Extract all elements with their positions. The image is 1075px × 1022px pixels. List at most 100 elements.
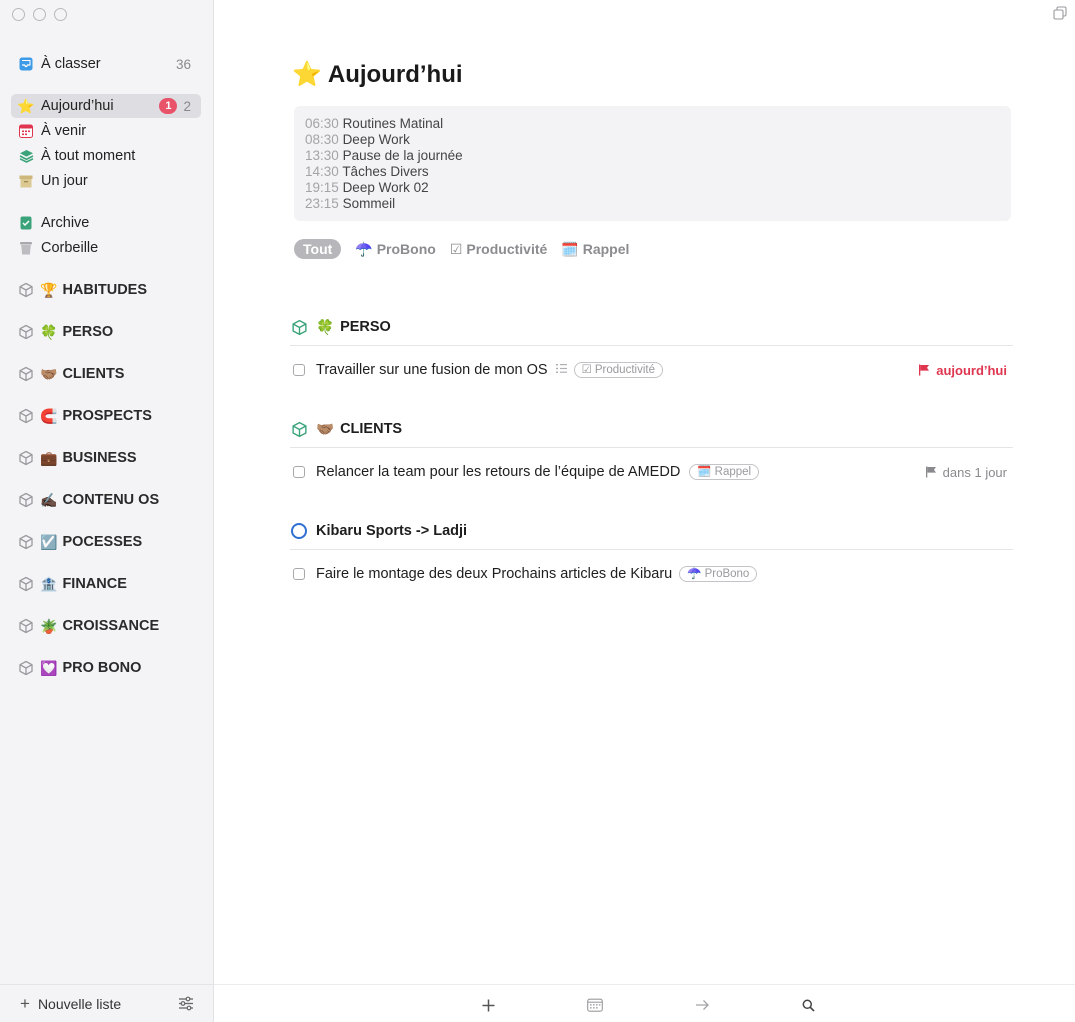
sidebar-area-pocesses[interactable]: ☑️ POCESSES: [11, 530, 201, 554]
divider: [290, 549, 1013, 550]
sidebar-item-label: Archive: [41, 215, 90, 231]
calendar-event[interactable]: 13:30 Pause de la journée: [305, 148, 1000, 164]
area-label: BUSINESS: [62, 450, 137, 466]
sidebar-item-logbook[interactable]: Archive: [11, 211, 201, 235]
task-row[interactable]: Faire le montage des deux Prochains arti…: [290, 562, 1013, 586]
area-icon: [19, 450, 33, 466]
task-title: Relancer la team pour les retours de l’é…: [316, 464, 681, 480]
area-label: HABITUDES: [62, 282, 148, 298]
area-label: PERSO: [62, 324, 114, 340]
tag-filter-rappel[interactable]: 🗓️ Rappel: [561, 241, 629, 258]
calendar-event[interactable]: 06:30 Routines Matinal: [305, 116, 1000, 132]
plus-icon: [482, 999, 494, 1011]
new-list-button[interactable]: Nouvelle liste: [38, 996, 121, 1012]
sidebar-item-label: À tout moment: [41, 148, 136, 164]
deadline: aujourd’hui: [918, 363, 1007, 378]
flag-icon: [925, 466, 936, 478]
area-emoji: ☑️: [40, 533, 58, 550]
area-label: CROISSANCE: [62, 618, 160, 634]
sidebar-item-inbox[interactable]: À classer 36: [11, 52, 201, 76]
sidebar-item-label: Aujourd’hui: [41, 98, 114, 114]
task-row[interactable]: Travailler sur une fusion de mon OS ☑ Pr…: [290, 358, 1013, 382]
when-button[interactable]: [585, 995, 605, 1015]
new-task-button[interactable]: [478, 995, 498, 1015]
plus-icon[interactable]: +: [20, 994, 30, 1014]
tag-filter-productivite[interactable]: ☑ Productivité: [450, 241, 547, 258]
duplicate-window-icon[interactable]: [1053, 6, 1067, 25]
sidebar-area-pro-bono[interactable]: 💟 PRO BONO: [11, 656, 201, 680]
flag-icon: [919, 364, 930, 376]
section-header[interactable]: Kibaru Sports -> Ladji: [290, 519, 1013, 543]
sidebar-area-finance[interactable]: 🏦 FINANCE: [11, 572, 201, 596]
calendar-event[interactable]: 23:15 Sommeil: [305, 196, 1000, 212]
sidebar-area-perso[interactable]: 🍀 PERSO: [11, 320, 201, 344]
checkbox-icon: ☑: [581, 364, 592, 376]
section-header[interactable]: 🤝🏽 CLIENTS: [290, 417, 1013, 441]
tag-filter-all[interactable]: Tout: [294, 239, 342, 259]
logbook-icon: [18, 215, 34, 231]
sidebar-item-anytime[interactable]: À tout moment: [11, 144, 201, 168]
area-emoji: 🪴: [40, 617, 58, 634]
sidebar-item-today[interactable]: ⭐ Aujourd’hui 1 2: [11, 94, 201, 118]
search-icon: [802, 999, 815, 1012]
minimize-window-button[interactable]: [33, 8, 46, 21]
calendar-event[interactable]: 19:15 Deep Work 02: [305, 180, 1000, 196]
section-emoji: 🍀: [316, 319, 335, 336]
section-title: Kibaru Sports -> Ladji: [316, 523, 468, 539]
event-name: Pause de la journée: [342, 148, 463, 163]
calendar-event[interactable]: 14:30 Tâches Divers: [305, 164, 1000, 180]
area-emoji: 🧲: [40, 407, 58, 424]
sidebar-area-prospects[interactable]: 🧲 PROSPECTS: [11, 404, 201, 428]
sliders-icon[interactable]: [178, 996, 194, 1014]
sidebar-item-someday[interactable]: Un jour: [11, 169, 201, 193]
overdue-badge: 1: [159, 98, 178, 114]
event-time: 13:30: [305, 148, 339, 163]
event-time: 23:15: [305, 196, 339, 211]
sidebar-area-croissance[interactable]: 🪴 CROISSANCE: [11, 614, 201, 638]
task-tag[interactable]: 🗓️ Rappel: [689, 464, 760, 480]
sidebar-item-label: À classer: [41, 56, 101, 72]
deadline: dans 1 jour: [925, 465, 1007, 480]
task-row[interactable]: Relancer la team pour les retours de l’é…: [290, 460, 1013, 484]
page-title-text: Aujourd’hui: [327, 60, 463, 88]
area-label: PROSPECTS: [62, 408, 152, 424]
event-name: Deep Work: [342, 132, 410, 147]
area-emoji: 💟: [40, 659, 58, 676]
sidebar-item-label: Corbeille: [41, 240, 99, 256]
sidebar-footer: + Nouvelle liste: [0, 984, 214, 1022]
calendar-event[interactable]: 08:30 Deep Work: [305, 132, 1000, 148]
move-button[interactable]: [692, 995, 712, 1015]
close-window-button[interactable]: [12, 8, 25, 21]
task-title: Travailler sur une fusion de mon OS: [316, 362, 548, 378]
event-name: Tâches Divers: [342, 164, 429, 179]
sidebar-area-contenu-os[interactable]: ✍🏿 CONTENU OS: [11, 488, 201, 512]
calendar-icon: 🗓️: [697, 466, 712, 478]
quick-find-button[interactable]: [798, 995, 818, 1015]
area-icon: [19, 534, 33, 550]
tag-filter-probono[interactable]: ☂️ ProBono: [355, 241, 436, 258]
task-title: Faire le montage des deux Prochains arti…: [316, 566, 673, 582]
sidebar-area-habitudes[interactable]: 🏆 HABITUDES: [11, 278, 201, 302]
task-checkbox[interactable]: [293, 466, 305, 478]
sidebar-area-business[interactable]: 💼 BUSINESS: [11, 446, 201, 470]
sidebar-item-trash[interactable]: Corbeille: [11, 236, 201, 260]
arrow-right-icon: [695, 1000, 709, 1010]
sidebar-area-clients[interactable]: 🤝🏽 CLIENTS: [11, 362, 201, 386]
event-time: 06:30: [305, 116, 339, 131]
task-tag[interactable]: ☑ Productivité: [573, 362, 663, 378]
deadline-label: aujourd’hui: [936, 362, 1007, 378]
calendar-icon: [587, 998, 603, 1012]
event-name: Routines Matinal: [342, 116, 444, 131]
inbox-count: 36: [175, 56, 191, 72]
task-checkbox[interactable]: [293, 364, 305, 376]
trash-icon: [18, 240, 34, 256]
section-header[interactable]: 🍀 PERSO: [290, 315, 1013, 339]
tag-label: Productivité: [466, 241, 548, 257]
page-title: ⭐ Aujourd’hui: [292, 60, 463, 89]
task-checkbox[interactable]: [293, 568, 305, 580]
area-label: PRO BONO: [62, 660, 142, 676]
sidebar-item-upcoming[interactable]: À venir: [11, 119, 201, 143]
task-tag[interactable]: ☂️ ProBono: [679, 566, 758, 582]
area-icon: [19, 492, 33, 508]
zoom-window-button[interactable]: [54, 8, 67, 21]
